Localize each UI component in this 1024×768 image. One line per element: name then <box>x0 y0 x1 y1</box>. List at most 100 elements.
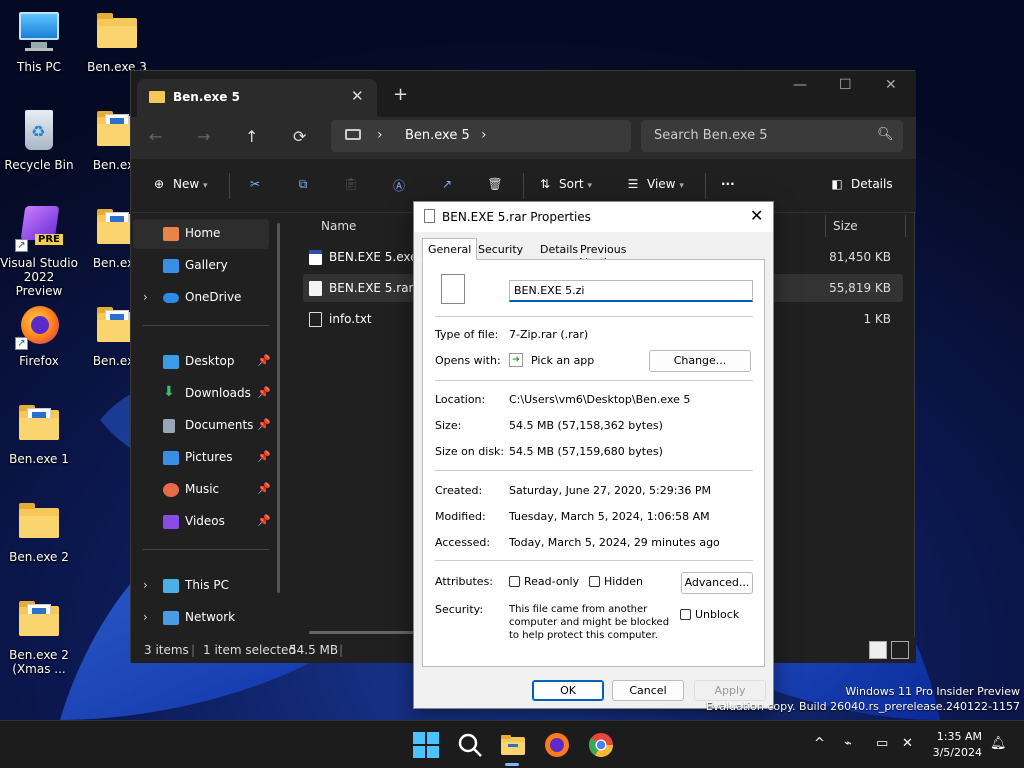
show-hidden-icons-button[interactable]: ^ <box>814 736 825 751</box>
start-button[interactable] <box>410 729 442 761</box>
chevron-right-icon[interactable]: › <box>377 127 383 143</box>
desktop-icon-ben-exe-2[interactable]: Ben.exe 2 <box>0 498 78 564</box>
file-icon <box>441 274 465 304</box>
pin-icon[interactable]: 📌 <box>257 386 271 399</box>
desktop-icon-this-pc[interactable]: This PC <box>0 8 78 74</box>
sidebar-item-downloads[interactable]: ⬇ Downloads 📌 <box>133 379 271 409</box>
unblock-checkbox[interactable]: Unblock <box>680 608 739 621</box>
close-window-button[interactable]: ✕ <box>885 77 897 93</box>
firefox-taskbar-button[interactable] <box>541 729 573 761</box>
location-value: C:\Users\vm6\Desktop\Ben.exe 5 <box>509 393 691 406</box>
rename-button[interactable]: Ⓐ <box>391 177 413 194</box>
chrome-icon <box>588 733 613 758</box>
folder-icon <box>93 8 141 56</box>
advanced-button[interactable]: Advanced... <box>681 572 753 594</box>
hidden-checkbox[interactable]: Hidden <box>589 575 643 588</box>
maximize-button[interactable]: ☐ <box>839 77 852 93</box>
close-tab-icon[interactable]: ✕ <box>351 87 364 105</box>
sidebar-item-network[interactable]: › Network <box>133 603 269 633</box>
breadcrumb-ben-exe-5[interactable]: Ben.exe 5 <box>405 128 470 143</box>
pin-icon[interactable]: 📌 <box>257 482 271 495</box>
sidebar-item-this-pc[interactable]: › This PC <box>133 571 269 601</box>
tab-ben-exe-5[interactable]: Ben.exe 5 ✕ <box>137 79 377 117</box>
ok-button[interactable]: OK <box>532 680 604 701</box>
column-header-size[interactable]: Size <box>833 219 858 233</box>
sidebar-item-pictures[interactable]: Pictures 📌 <box>133 443 271 473</box>
sidebar-item-videos[interactable]: Videos 📌 <box>133 507 271 537</box>
details-view-button[interactable] <box>869 641 887 659</box>
address-bar[interactable]: › Ben.exe 5 › <box>331 120 631 152</box>
tab-security[interactable]: Security <box>472 238 529 260</box>
share-button[interactable]: ↗ <box>439 177 461 191</box>
plus-circle-icon: ⊕ <box>153 177 165 191</box>
search-taskbar-button[interactable] <box>454 729 486 761</box>
gallery-icon <box>163 259 179 273</box>
this-pc-icon <box>345 129 361 140</box>
view-button[interactable]: ☰ View ▾ <box>625 177 684 191</box>
network-status-icon[interactable]: ⌁ <box>844 736 852 751</box>
sidebar-item-gallery[interactable]: Gallery <box>133 251 269 281</box>
file-explorer-taskbar-button[interactable] <box>497 729 529 761</box>
sidebar-item-music[interactable]: Music 📌 <box>133 475 271 505</box>
size-on-disk-label: Size on disk: <box>435 445 505 458</box>
volume-muted-icon[interactable]: ✕ <box>902 736 913 751</box>
desktop-icon-visual-studio[interactable]: PRE ↗ Visual Studio 2022 Preview <box>0 204 78 298</box>
sidebar-item-onedrive[interactable]: › OneDrive <box>133 283 269 313</box>
tab-previous-versions[interactable]: Previous Versions <box>574 238 633 269</box>
view-label: View <box>647 177 676 191</box>
copy-button[interactable]: ⧉ <box>295 177 317 192</box>
details-pane-button[interactable]: ◧ Details <box>829 177 892 191</box>
download-icon: ⬇ <box>163 384 175 400</box>
pin-icon[interactable]: 📌 <box>257 514 271 527</box>
sidebar-item-label: Pictures <box>185 450 233 464</box>
close-dialog-button[interactable]: ✕ <box>750 206 763 225</box>
shortcut-arrow-icon: ↗ <box>15 239 28 252</box>
cancel-button[interactable]: Cancel <box>612 680 684 701</box>
sort-button[interactable]: ⇅ Sort ▾ <box>537 177 592 191</box>
chevron-right-icon[interactable]: › <box>143 578 148 592</box>
chevron-right-icon[interactable]: › <box>481 127 487 143</box>
display-icon[interactable]: ▭ <box>876 736 888 751</box>
desktop-icon-recycle-bin[interactable]: ♻ Recycle Bin <box>0 106 78 172</box>
desktop-icon-firefox[interactable]: ↗ Firefox <box>0 302 78 368</box>
new-tab-button[interactable]: + <box>393 84 408 105</box>
desktop-icon-ben-exe-1[interactable]: Ben.exe 1 <box>0 400 78 466</box>
chevron-right-icon[interactable]: › <box>143 290 148 304</box>
pin-icon[interactable]: 📌 <box>257 450 271 463</box>
delete-button[interactable]: 🗑︎ <box>487 177 509 191</box>
search-box[interactable]: Search Ben.exe 5 🔍︎ <box>641 120 903 152</box>
sidebar-item-documents[interactable]: Documents 📌 <box>133 411 271 441</box>
dialog-title: BEN.EXE 5.rar Properties <box>442 210 591 224</box>
folder-icon <box>149 91 165 103</box>
back-button[interactable]: ← <box>149 127 162 146</box>
chevron-right-icon[interactable]: › <box>143 610 148 624</box>
refresh-button[interactable]: ⟳ <box>293 127 306 146</box>
tab-general[interactable]: General <box>422 238 478 260</box>
desktop-icon-ben-exe-3[interactable]: Ben.exe 3 <box>78 8 156 74</box>
clock[interactable]: 1:35 AM 3/5/2024 <box>930 729 982 761</box>
filename-input[interactable] <box>509 280 753 302</box>
more-options-button[interactable]: ··· <box>721 177 735 191</box>
sidebar-item-label: Desktop <box>185 354 235 368</box>
notification-bell-icon[interactable]: 🔔︎ <box>990 736 1007 751</box>
tiles-view-button[interactable] <box>891 641 909 659</box>
folder-icon <box>15 400 63 448</box>
chrome-taskbar-button[interactable] <box>585 729 617 761</box>
forward-button[interactable]: → <box>197 127 210 146</box>
file-size: 81,450 KB <box>829 250 891 264</box>
up-button[interactable]: ↑ <box>245 127 258 146</box>
sidebar-item-home[interactable]: Home <box>133 219 269 249</box>
scissors-icon: ✂ <box>249 177 261 191</box>
pin-icon[interactable]: 📌 <box>257 418 271 431</box>
sidebar-scrollbar[interactable] <box>277 223 280 593</box>
pin-icon[interactable]: 📌 <box>257 354 271 367</box>
cut-button[interactable]: ✂ <box>247 177 269 191</box>
change-button[interactable]: Change... <box>649 350 751 372</box>
paste-button[interactable]: 📋︎ <box>343 177 365 191</box>
desktop-icon-ben-exe-2-xmas[interactable]: Ben.exe 2 (Xmas ... <box>0 596 78 676</box>
readonly-checkbox[interactable]: Read-only <box>509 575 579 588</box>
sidebar-item-desktop[interactable]: Desktop 📌 <box>133 347 271 377</box>
minimize-button[interactable]: — <box>793 77 807 93</box>
column-header-name[interactable]: Name <box>321 219 356 233</box>
new-button[interactable]: ⊕ New ▾ <box>151 177 208 191</box>
